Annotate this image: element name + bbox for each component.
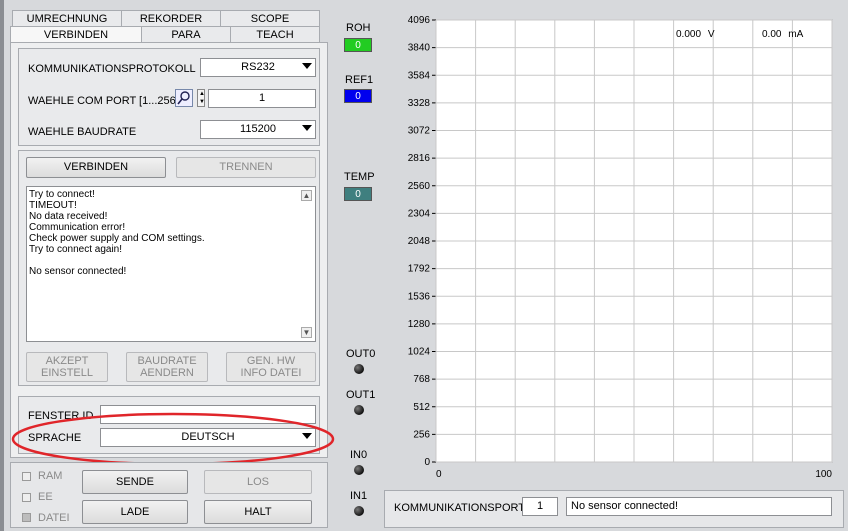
y-tick-label: 2816 [408, 153, 431, 164]
y-tick-label: 3072 [408, 126, 431, 137]
y-tick-label: 1536 [408, 291, 431, 302]
ee-label: EE [38, 491, 53, 503]
comport-input[interactable]: 1 [208, 89, 316, 108]
ram-label: RAM [38, 470, 63, 482]
scroll-up-icon[interactable]: ▲ [301, 190, 312, 201]
message-log[interactable]: Try to connect! TIMEOUT! No data receive… [26, 186, 316, 342]
ref1-indicator: 0 [344, 89, 372, 103]
y-tick-label: 2048 [408, 236, 431, 247]
temp-indicator: 0 [344, 187, 372, 201]
y-tick-label: 3584 [408, 70, 431, 81]
log-line: No sensor connected! [29, 266, 127, 277]
protocol-select[interactable]: RS232 [200, 58, 316, 77]
tab-scope[interactable]: SCOPE [220, 10, 320, 27]
spinner-up-icon: ▲ [199, 91, 205, 97]
log-line: TIMEOUT! [29, 200, 77, 211]
hw-info-button[interactable]: GEN. HW INFO DATEI [226, 352, 316, 382]
load-button[interactable]: LADE [82, 500, 188, 524]
hw-info-line2: INFO DATEI [240, 367, 302, 379]
voltage-unit: V [707, 29, 715, 40]
magnifier-icon [177, 91, 190, 105]
y-tick-label: 768 [413, 374, 430, 385]
accept-line1: AKZEPT [45, 354, 89, 367]
highlight-ellipse [11, 412, 335, 466]
y-tick-label: 1024 [408, 347, 431, 358]
accept-line2: EINSTELL [41, 367, 93, 379]
log-line: No data received! [29, 211, 108, 222]
baud-label: WAEHLE BAUDRATE [28, 126, 137, 138]
change-baud-button[interactable]: BAUDRATE AENDERN [126, 352, 208, 382]
disconnect-button[interactable]: TRENNEN [176, 157, 316, 178]
scroll-down-icon[interactable]: ▼ [301, 327, 312, 338]
x-tick-label: 0 [436, 469, 442, 480]
comport-label: WAEHLE COM PORT [1...256] [28, 95, 179, 107]
go-button[interactable]: LOS [204, 470, 312, 494]
change-baud-line2: AENDERN [140, 367, 194, 379]
tab-verbinden[interactable]: VERBINDEN [10, 26, 142, 43]
y-tick-label: 1792 [408, 264, 431, 275]
left-edge-strip [0, 0, 4, 531]
y-tick-label: 3328 [408, 98, 431, 109]
current-value: 0.00 [762, 29, 782, 40]
in0-led-icon [354, 465, 364, 475]
x-tick-label: 100 [815, 469, 832, 480]
y-tick-label: 3840 [408, 43, 431, 54]
chevron-down-icon [302, 125, 312, 131]
y-tick-label: 512 [413, 402, 430, 413]
in1-label: IN1 [350, 490, 368, 502]
search-port-button[interactable] [175, 89, 193, 107]
protocol-label: KOMMUNIKATIONSPROTOKOLL [28, 63, 196, 75]
log-line: Try to connect! [29, 189, 95, 200]
port-value: 1 [522, 497, 558, 516]
tab-umrechnung[interactable]: UMRECHNUNG [12, 10, 122, 27]
current-unit: mA [788, 29, 804, 40]
send-button[interactable]: SENDE [82, 470, 188, 494]
tab-rekorder[interactable]: REKORDER [121, 10, 221, 27]
spinner-down-icon: ▼ [199, 99, 205, 105]
y-tick-label: 256 [413, 429, 430, 440]
tab-teach[interactable]: TEACH [230, 26, 320, 43]
y-tick-label: 2304 [408, 208, 431, 219]
status-message: No sensor connected! [566, 497, 832, 516]
tab-para[interactable]: PARA [141, 26, 231, 43]
chevron-down-icon [302, 63, 312, 69]
in0-label: IN0 [350, 449, 368, 461]
ram-checkbox[interactable] [22, 472, 31, 481]
ref1-label: REF1 [345, 74, 374, 86]
current-readout: 0.00 mA [762, 29, 803, 40]
y-tick-label: 1280 [408, 319, 431, 330]
out0-led-icon [354, 364, 364, 374]
hw-info-line1: GEN. HW [246, 354, 296, 367]
scope-chart: 0 256 512 768 1024 1280 1536 1792 2048 2304 2560 28… [408, 15, 833, 480]
voltage-value: 0.000 [676, 29, 702, 40]
change-baud-line1: BAUDRATE [137, 354, 197, 367]
baud-select[interactable]: 115200 [200, 120, 316, 139]
comport-spinner[interactable]: ▲ ▼ [197, 89, 205, 107]
out0-label: OUT0 [346, 348, 376, 360]
y-tick-label: 0 [424, 457, 430, 468]
y-tick-label: 4096 [408, 15, 431, 26]
halt-button[interactable]: HALT [204, 500, 312, 524]
protocol-select-value: RS232 [241, 61, 275, 73]
ee-checkbox[interactable] [22, 493, 31, 502]
baud-select-value: 115200 [240, 123, 276, 135]
log-line: Communication error! [29, 222, 126, 233]
roh-label: ROH [346, 22, 371, 34]
out1-label: OUT1 [346, 389, 376, 401]
out1-led-icon [354, 405, 364, 415]
connect-button[interactable]: VERBINDEN [26, 157, 166, 178]
y-tick-label: 2560 [408, 181, 431, 192]
temp-label: TEMP [344, 171, 375, 183]
file-checkbox[interactable] [22, 513, 31, 522]
accept-settings-button[interactable]: AKZEPT EINSTELL [26, 352, 108, 382]
log-line: Check power supply and COM settings. [29, 233, 205, 244]
log-line: Try to connect again! [29, 244, 123, 255]
file-label: DATEI [38, 512, 70, 524]
port-label: KOMMUNIKATIONSPORT [394, 502, 525, 514]
voltage-readout: 0.000 V [676, 29, 714, 40]
roh-indicator: 0 [344, 38, 372, 52]
in1-led-icon [354, 506, 364, 516]
